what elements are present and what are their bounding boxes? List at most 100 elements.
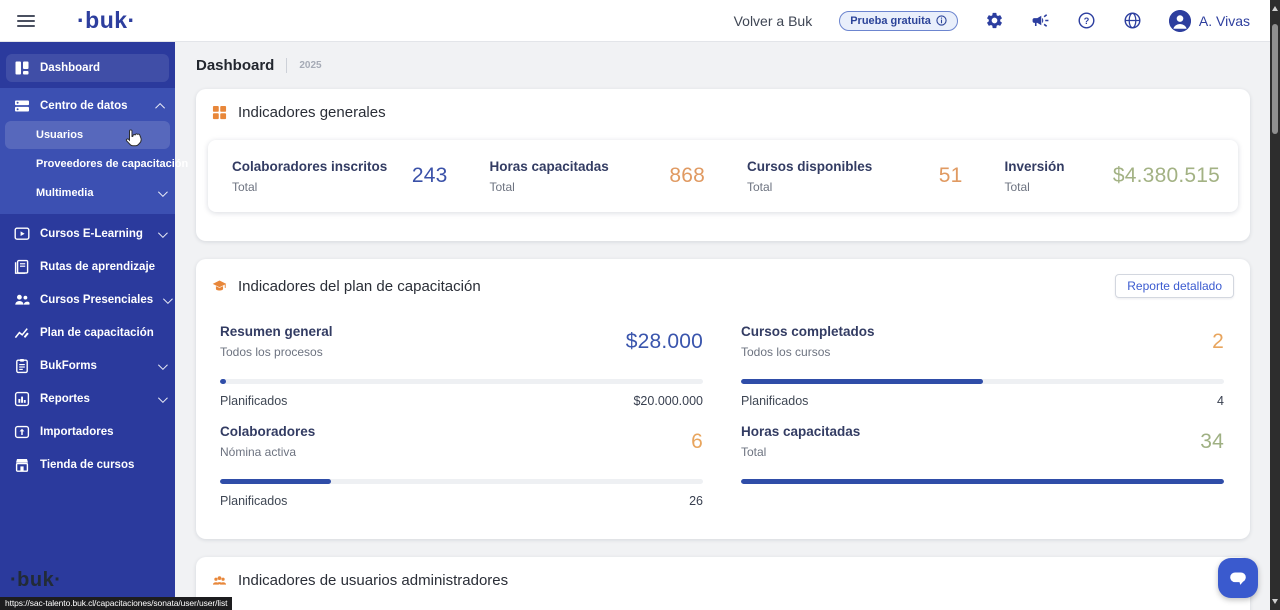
metric-sublabel: Todos los procesos [220,345,333,359]
sidebar-item-tienda-de-cursos[interactable]: Tienda de cursos [0,451,175,479]
sidebar-item-label: Rutas de aprendizaje [40,261,155,273]
buk-footer-logo: ·buk· [10,569,61,592]
in-person-icon [14,292,30,308]
chevron-down-icon [158,187,168,197]
elearning-icon [14,226,30,242]
progress-fill [220,379,226,384]
planned-value: $20.000.000 [633,394,703,408]
volver-a-buk-link[interactable]: Volver a Buk [734,13,813,29]
reporte-detallado-button[interactable]: Reporte detallado [1115,274,1234,298]
planned-row: Planificados 4 [741,394,1224,408]
chevron-up-icon [155,102,165,112]
planned-label: Planificados [741,394,808,408]
status-url-tooltip: https://sac-talento.buk.cl/capacitacione… [0,597,232,610]
sidebar-item-importadores[interactable]: Importadores [0,418,175,446]
sidebar-item-label: Reportes [40,393,90,405]
sidebar-item-label: Cursos E-Learning [40,228,143,240]
announcements-megaphone-icon[interactable] [1031,11,1050,30]
topbar: ·buk· Volver a Buk Prueba gratuita ? A. … [0,0,1280,42]
progress-fill [220,479,331,484]
avatar [1169,10,1191,32]
scrollbar-down-arrow[interactable] [1272,599,1278,604]
sidebar: Dashboard Centro de datos Usuarios Prove… [0,42,175,610]
planned-value: 26 [689,494,703,508]
breadcrumb: Dashboard 2025 [196,56,1250,74]
sidebar-item-label: Importadores [40,426,114,438]
sidebar-item-proveedores-de-capacitacion[interactable]: Proveedores de capacitación [0,150,175,178]
person-icon [1169,10,1191,32]
metric-value: $28.000 [626,330,703,354]
hamburger-menu-icon[interactable] [17,15,35,27]
language-globe-icon[interactable] [1123,11,1142,30]
plan-metric-resumen-general: Resumen general Todos los procesos $28.0… [220,324,703,408]
trial-badge[interactable]: Prueba gratuita [839,11,958,31]
card-title: Indicadores generales [238,104,386,121]
admin-users-icon [212,573,227,588]
metric-cursos-disponibles: Cursos disponibles Total 51 [723,140,981,212]
progress-bar [220,479,703,484]
learning-path-icon [14,259,30,275]
dashboard-icon [14,60,30,76]
card-indicadores-generales: Indicadores generales Colaboradores insc… [196,89,1250,241]
sidebar-item-centro-de-datos[interactable]: Centro de datos [0,92,175,120]
progress-bar [220,379,703,384]
sidebar-item-label: Cursos Presenciales [40,294,153,306]
sidebar-item-rutas-de-aprendizaje[interactable]: Rutas de aprendizaje [0,253,175,281]
sidebar-group-centro-de-datos: Centro de datos Usuarios Proveedores de … [0,88,175,214]
chevron-down-icon [163,294,173,304]
card-indicadores-plan-capacitacion: Indicadores del plan de capacitación Rep… [196,259,1250,539]
planned-row: Planificados $20.000.000 [220,394,703,408]
metric-label: Cursos disponibles [747,159,872,174]
help-icon[interactable]: ? [1077,11,1096,30]
plan-metric-horas-capacitadas: Horas capacitadas Total 34 [741,424,1224,508]
sidebar-item-cursos-elearning[interactable]: Cursos E-Learning [0,220,175,248]
chevron-down-icon [158,360,168,370]
progress-bar [741,379,1224,384]
metric-value: 868 [669,164,705,188]
metric-sublabel: Total [490,180,609,194]
card-header: Indicadores del plan de capacitación Rep… [196,259,1250,298]
sidebar-item-label: Tienda de cursos [40,459,134,471]
chevron-down-icon [158,393,168,403]
sidebar-item-reportes[interactable]: Reportes [0,385,175,413]
reports-icon [14,391,30,407]
chat-bubble-icon [1227,567,1249,589]
sidebar-item-plan-de-capacitacion[interactable]: Plan de capacitación [0,319,175,347]
sidebar-item-bukforms[interactable]: BukForms [0,352,175,380]
page-title: Dashboard [196,57,274,74]
metric-value: 6 [691,430,703,454]
training-plan-icon [14,325,30,341]
planned-row: Planificados 26 [220,494,703,508]
metric-sublabel: Todos los cursos [741,345,875,359]
period-label: 2025 [299,60,321,71]
settings-gear-icon[interactable] [985,11,1004,30]
scrollbar-thumb[interactable] [1272,24,1278,134]
card-indicadores-usuarios-administradores: Indicadores de usuarios administradores [196,557,1250,610]
sidebar-item-label: Plan de capacitación [40,327,154,339]
metric-label: Inversión [1005,159,1065,174]
page-scrollbar[interactable] [1270,0,1280,610]
progress-fill [741,479,1224,484]
sidebar-item-cursos-presenciales[interactable]: Cursos Presenciales [0,286,175,314]
breadcrumb-divider [286,58,287,73]
sidebar-item-multimedia[interactable]: Multimedia [0,179,175,207]
metric-horas-capacitadas: Horas capacitadas Total 868 [466,140,724,212]
card-header: Indicadores generales [196,89,1250,121]
planned-value: 4 [1217,394,1224,408]
metric-sublabel: Total [232,180,387,194]
chat-launcher-button[interactable] [1218,558,1258,598]
sidebar-item-dashboard[interactable]: Dashboard [6,54,169,82]
sidebar-item-usuarios[interactable]: Usuarios [5,121,170,149]
metric-label: Cursos completados [741,324,875,339]
metric-inversion: Inversión Total $4.380.515 [981,140,1239,212]
scrollbar-up-arrow[interactable] [1272,6,1278,11]
metric-colaboradores-inscritos: Colaboradores inscritos Total 243 [208,140,466,212]
user-menu[interactable]: A. Vivas [1169,10,1250,32]
grid-icon [212,105,227,120]
progress-fill [741,379,983,384]
sidebar-item-label: Proveedores de capacitación [36,158,188,170]
chevron-down-icon [158,228,168,238]
sidebar-item-label: Dashboard [40,62,100,74]
planned-label: Planificados [220,494,287,508]
buk-logo: ·buk· [77,7,136,34]
